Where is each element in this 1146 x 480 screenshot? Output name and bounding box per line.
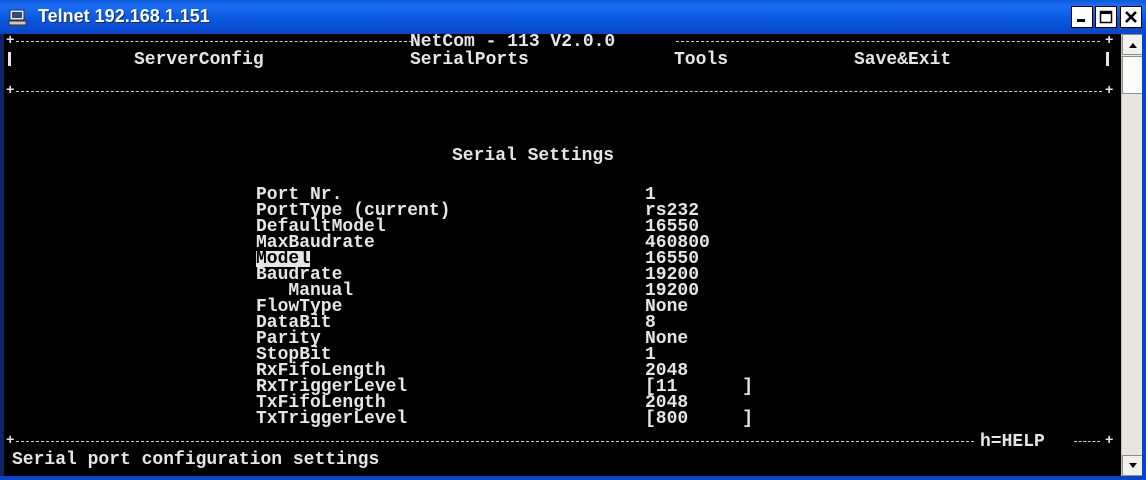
vertical-scrollbar[interactable] bbox=[1121, 34, 1143, 476]
scroll-down-button[interactable] bbox=[1122, 455, 1143, 476]
app-title: NetCom - 113 V2.0.0 bbox=[410, 32, 616, 52]
frame-corner: + bbox=[1105, 83, 1114, 99]
arrow-up-icon bbox=[1128, 42, 1137, 48]
section-title: Serial Settings bbox=[452, 146, 615, 166]
frame-right-bar bbox=[1106, 52, 1109, 66]
window-title: Telnet 192.168.1.151 bbox=[38, 6, 210, 26]
frame-corner: + bbox=[1105, 433, 1114, 449]
setting-label: TxTriggerLevel bbox=[256, 409, 408, 429]
frame-corner: + bbox=[1105, 33, 1114, 49]
help-hint: h=HELP bbox=[980, 432, 1045, 452]
scroll-thumb[interactable] bbox=[1122, 56, 1143, 94]
status-text: Serial port configuration settings bbox=[12, 450, 380, 470]
menu-item-tools[interactable]: Tools bbox=[674, 51, 728, 69]
frame-left-bar bbox=[8, 52, 11, 66]
menu-rule bbox=[16, 91, 1102, 92]
title-bar[interactable]: Telnet 192.168.1.151 bbox=[0, 0, 1146, 34]
frame-corner: + bbox=[6, 83, 15, 99]
scroll-up-button[interactable] bbox=[1122, 34, 1143, 55]
terminal-screen[interactable]: + NetCom - 113 V2.0.0 + ServerConfig Ser… bbox=[4, 32, 1121, 476]
close-button[interactable] bbox=[1120, 6, 1142, 28]
header-rule-right bbox=[676, 41, 1100, 42]
menu-item-serialports[interactable]: SerialPorts bbox=[410, 51, 529, 69]
telnet-window: Telnet 192.168.1.151 + NetCom - 113 V2.0… bbox=[0, 0, 1146, 480]
footer-rule-end bbox=[1074, 441, 1100, 442]
window-frame-right bbox=[1142, 34, 1146, 480]
arrow-down-icon bbox=[1128, 462, 1137, 468]
maximize-icon bbox=[1099, 10, 1113, 24]
frame-corner: + bbox=[6, 33, 15, 49]
minimize-icon bbox=[1077, 19, 1085, 22]
frame-corner: + bbox=[6, 433, 15, 449]
setting-value-field[interactable]: [800 ] bbox=[645, 410, 753, 428]
menu-item-serverconfig[interactable]: ServerConfig bbox=[134, 51, 264, 69]
menu-item-save-exit[interactable]: Save&Exit bbox=[854, 51, 951, 69]
telnet-app-icon bbox=[8, 9, 27, 26]
maximize-button[interactable] bbox=[1095, 6, 1117, 28]
window-frame-bottom bbox=[0, 476, 1146, 480]
footer-rule bbox=[16, 441, 974, 442]
close-icon bbox=[1125, 11, 1137, 23]
header-rule-left bbox=[16, 41, 412, 42]
minimize-button[interactable] bbox=[1071, 6, 1093, 28]
